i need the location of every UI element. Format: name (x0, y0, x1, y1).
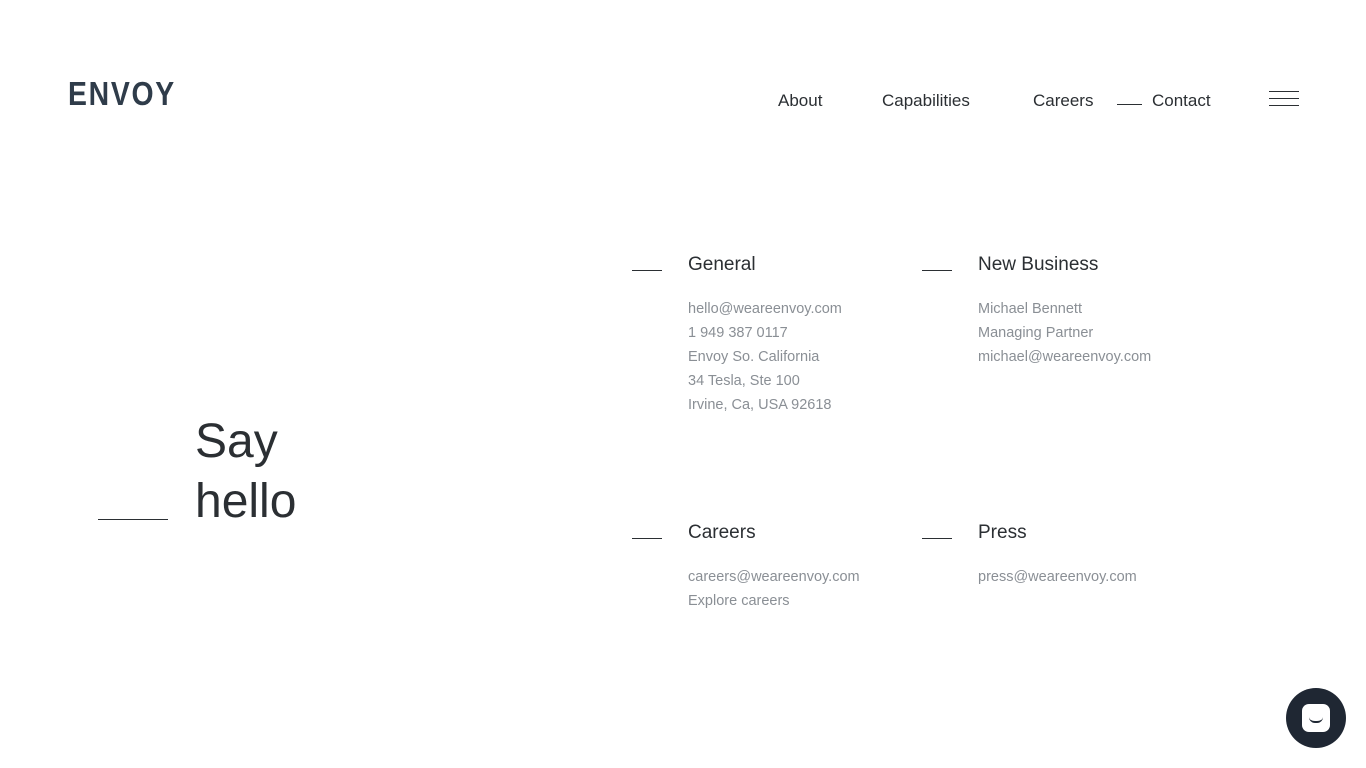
contact-list: Michael Bennett Managing Partner michael… (978, 297, 1238, 369)
active-nav-indicator (1117, 104, 1142, 105)
contact-person-role: Managing Partner (978, 325, 1094, 341)
contact-person-name: Michael Bennett (978, 301, 1082, 317)
nav-capabilities[interactable]: Capabilities (882, 91, 970, 111)
hamburger-line (1269, 98, 1299, 99)
chat-smile-icon (1309, 717, 1323, 723)
contact-list: press@weareenvoy.com (978, 565, 1238, 589)
contact-block-title: Press (978, 522, 1027, 543)
section-dash (632, 270, 662, 271)
careers-email-link[interactable]: careers@weareenvoy.com (688, 565, 948, 589)
chat-launcher-button[interactable] (1286, 688, 1346, 748)
press-email-link[interactable]: press@weareenvoy.com (978, 565, 1238, 589)
general-phone-link[interactable]: 1 949 387 0117 (688, 321, 948, 345)
new-business-email-link[interactable]: michael@weareenvoy.com (978, 345, 1238, 369)
nav-contact[interactable]: Contact (1152, 91, 1211, 111)
hero-title-line-2: hello (195, 475, 297, 528)
explore-careers-link[interactable]: Explore careers (688, 589, 948, 613)
contact-block-title: General (688, 254, 756, 275)
section-dash (632, 538, 662, 539)
address-line: 34 Tesla, Ste 100 (688, 373, 800, 389)
contact-list: hello@weareenvoy.com 1 949 387 0117 Envo… (688, 297, 948, 417)
nav-careers[interactable]: Careers (1033, 91, 1093, 111)
contact-block-title: Careers (688, 522, 756, 543)
contact-block-press: Press press@weareenvoy.com (922, 521, 1238, 589)
hero-dash (98, 519, 168, 520)
nav-about[interactable]: About (778, 91, 822, 111)
contact-block-title: New Business (978, 254, 1099, 275)
contact-page: ENVOY About Capabilities Careers Contact… (0, 0, 1366, 768)
contact-list: careers@weareenvoy.com Explore careers (688, 565, 948, 613)
address-line: Envoy So. California (688, 349, 820, 365)
contact-block-new-business: New Business Michael Bennett Managing Pa… (922, 253, 1238, 369)
general-email-link[interactable]: hello@weareenvoy.com (688, 297, 948, 321)
hamburger-line (1269, 105, 1299, 106)
hamburger-line (1269, 91, 1299, 92)
section-dash (922, 270, 952, 271)
hamburger-menu-icon[interactable] (1269, 91, 1299, 108)
address-line: Irvine, Ca, USA 92618 (688, 397, 832, 413)
hero-title-line-1: Say (195, 415, 278, 468)
chat-bubble-icon (1302, 704, 1330, 732)
contact-block-careers: Careers careers@weareenvoy.com Explore c… (632, 521, 948, 613)
main-nav: About Capabilities Careers Contact (0, 91, 1366, 113)
hero-title: Say hello (195, 412, 296, 532)
section-dash (922, 538, 952, 539)
contact-block-general: General hello@weareenvoy.com 1 949 387 0… (632, 253, 948, 417)
